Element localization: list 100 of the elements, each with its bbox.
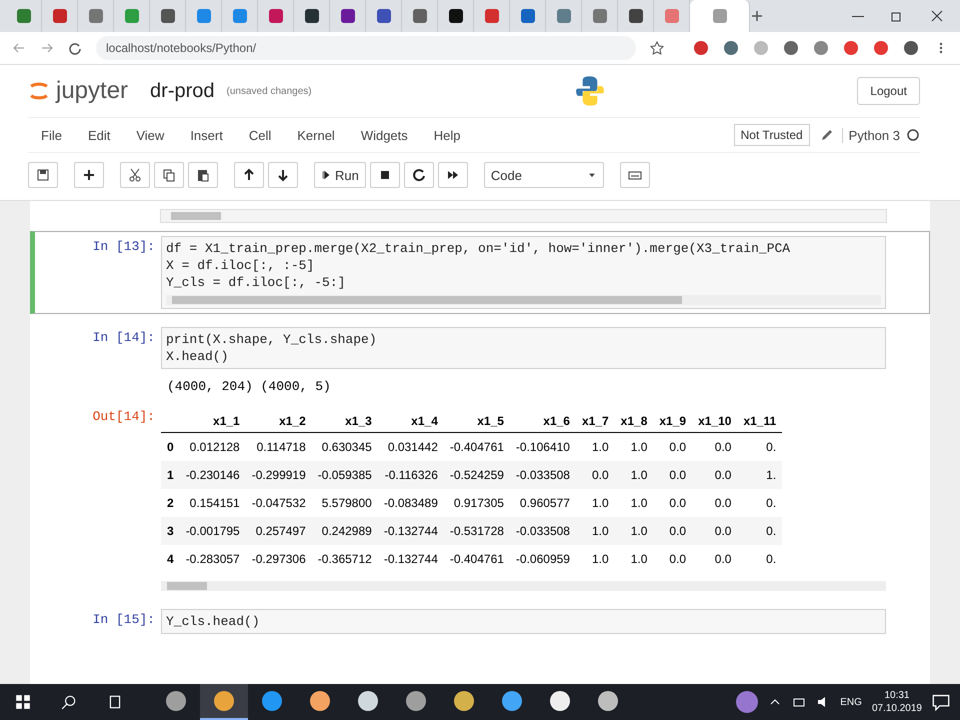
assistant-icon[interactable]: [736, 691, 758, 713]
jupyter-logo-icon: [28, 80, 50, 102]
run-button[interactable]: Run: [314, 162, 366, 188]
extension-icon[interactable]: [844, 41, 858, 55]
table-cell: 1.0: [576, 517, 615, 545]
horizontal-scrollbar[interactable]: [166, 295, 881, 305]
column-header: x1_4: [378, 410, 444, 432]
fast-forward-icon: [446, 168, 460, 182]
step-icon: [321, 169, 331, 181]
table-cell: 0.917305: [444, 489, 510, 517]
save-button[interactable]: [28, 162, 58, 188]
back-icon: [12, 41, 26, 55]
table-cell: 1.0: [576, 432, 615, 461]
plus-icon: [750, 9, 764, 23]
floppy-icon: [36, 168, 50, 182]
star-icon: [650, 41, 664, 55]
notification-icon: [932, 693, 950, 711]
cell-type-dropdown[interactable]: Code: [484, 162, 604, 188]
move-down-button[interactable]: [268, 162, 298, 188]
restart-button[interactable]: [404, 162, 434, 188]
logout-button[interactable]: Logout: [857, 77, 920, 105]
run-all-button[interactable]: [438, 162, 468, 188]
menu-item[interactable]: Widgets: [348, 128, 421, 142]
column-header: x1_8: [614, 410, 654, 432]
code-line: print(X.shape, Y_cls.shape): [166, 331, 378, 348]
table-cell: 0.0: [653, 545, 692, 573]
table-cell: 0.031442: [378, 432, 444, 461]
notebook-name[interactable]: dr-prod: [150, 80, 215, 102]
table-cell: 0.0: [692, 461, 738, 489]
address-field[interactable]: localhost/notebooks/Python/: [96, 36, 636, 60]
menu-item[interactable]: Edit: [74, 128, 124, 142]
paste-button[interactable]: [188, 162, 218, 188]
table-cell: -0.001795: [180, 517, 246, 545]
column-header: x1_6: [510, 410, 576, 432]
code-line: Y_cls = df.iloc[:, -5:]: [166, 274, 346, 291]
trust-status[interactable]: Not Trusted: [734, 124, 810, 146]
move-up-button[interactable]: [234, 162, 264, 188]
table-cell: 1.0: [614, 461, 654, 489]
code-cell[interactable]: In [13]: df = X1_train_prep.merge(X2_train_prep, on='id', how='inner').merge(X3_train_PCA X = df.iloc[:, :-5] Y_cls = df.iloc[:, -5:]: [30, 231, 930, 314]
input-prompt: In [15]:: [92, 611, 156, 629]
table-cell: 0.0: [653, 461, 692, 489]
table-cell: 1.0: [614, 517, 654, 545]
extension-icon[interactable]: [784, 41, 798, 55]
column-header: x1_5: [444, 410, 510, 432]
horizontal-scrollbar[interactable]: [161, 581, 886, 591]
table-cell: -0.365712: [312, 545, 378, 573]
extension-icon[interactable]: [904, 41, 918, 55]
cut-button[interactable]: [120, 162, 150, 188]
insert-cell-button[interactable]: [74, 162, 104, 188]
language-indicator[interactable]: ENG: [840, 696, 862, 708]
extension-icon[interactable]: [814, 41, 828, 55]
extension-icon[interactable]: [874, 41, 888, 55]
table-cell: 0.: [737, 517, 782, 545]
table-cell: -0.059385: [312, 461, 378, 489]
close-icon: [930, 9, 944, 23]
menu-item[interactable]: Help: [420, 128, 474, 142]
input-prompt: In [13]:: [92, 238, 156, 256]
clock-date[interactable]: 07.10.2019: [872, 703, 922, 714]
table-cell: -0.033508: [510, 461, 576, 489]
menu-item[interactable]: Kernel: [284, 128, 348, 142]
column-header: x1_11: [737, 410, 782, 432]
column-header: x1_2: [246, 410, 312, 432]
table-cell: 1.0: [614, 489, 654, 517]
horizontal-scrollbar[interactable]: [160, 209, 887, 223]
extension-icon[interactable]: [694, 41, 708, 55]
table-cell: 0.0: [692, 517, 738, 545]
table-cell: -0.524259: [444, 461, 510, 489]
jupyter-logo-text: jupyter: [56, 77, 128, 105]
extension-icon[interactable]: [724, 41, 738, 55]
menu-item[interactable]: File: [28, 128, 75, 142]
code-line: Y_cls.head(): [166, 613, 261, 630]
table-cell: 0.0: [653, 489, 692, 517]
pencil-icon: [820, 128, 834, 142]
menu-item[interactable]: View: [123, 128, 178, 142]
table-cell: 0.0: [576, 461, 615, 489]
save-status: (unsaved changes): [226, 86, 312, 96]
table-cell: 0.: [737, 432, 782, 461]
copy-button[interactable]: [154, 162, 184, 188]
forward-icon: [40, 41, 54, 55]
plus-icon: [82, 168, 96, 182]
column-header: x1_10: [692, 410, 738, 432]
table-cell: -0.132744: [378, 545, 444, 573]
stop-button[interactable]: [370, 162, 400, 188]
table-cell: 0.0: [692, 545, 738, 573]
table-cell: 1.0: [614, 545, 654, 573]
table-cell: -0.047532: [246, 489, 312, 517]
table-cell: 0.: [737, 489, 782, 517]
table-cell: -0.116326: [378, 461, 444, 489]
table-cell: -0.132744: [378, 517, 444, 545]
scissors-icon: [128, 168, 142, 182]
clock-time[interactable]: 10:31: [884, 690, 910, 701]
menu-item[interactable]: Cell: [236, 128, 284, 142]
copy-icon: [162, 168, 176, 182]
kernel-name: Python 3: [842, 128, 900, 142]
column-header: x1_9: [653, 410, 692, 432]
command-palette-button[interactable]: [620, 162, 650, 188]
menu-item[interactable]: Insert: [177, 128, 236, 142]
code-line: df = X1_train_prep.merge(X2_train_prep, on='id', how='inner').merge(X3_train_PCA: [166, 240, 792, 257]
code-line: X.head(): [166, 348, 230, 365]
table-cell: 5.579800: [312, 489, 378, 517]
